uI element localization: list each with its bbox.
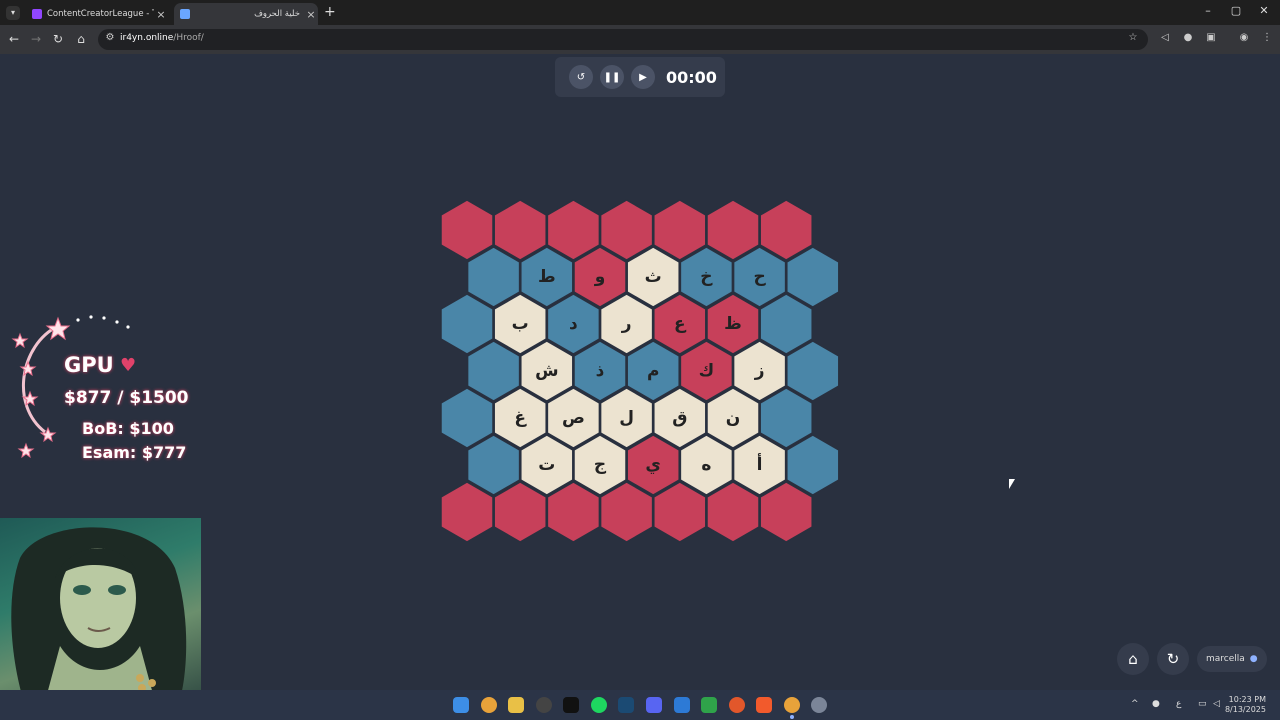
hex-letter: م xyxy=(647,361,659,381)
user-icon: ● xyxy=(1249,654,1258,664)
mute-tab-icon[interactable]: ◁ xyxy=(1158,32,1172,46)
hex-letter: ك xyxy=(699,361,715,381)
spotify-icon[interactable] xyxy=(591,697,607,713)
chrome-active-icon[interactable] xyxy=(784,697,800,713)
donor-bob: BoB: $100 xyxy=(82,419,174,438)
app-blue-icon[interactable] xyxy=(674,697,690,713)
windows-taskbar: ^ ● ع ▭ ◁ 10:23 PM 8/13/2025 xyxy=(0,690,1280,720)
hex-letter: ع xyxy=(674,314,687,334)
tray-chevron-icon[interactable]: ^ xyxy=(1131,699,1139,709)
profile-icon[interactable]: ◉ xyxy=(1237,32,1251,46)
file-explorer-icon[interactable] xyxy=(508,697,524,713)
minimize-button[interactable]: – xyxy=(1198,4,1218,17)
mouse-cursor-icon xyxy=(1009,479,1015,489)
app-orange-icon[interactable] xyxy=(729,697,745,713)
close-tab-icon[interactable]: × xyxy=(304,8,318,21)
bookmark-star-icon[interactable]: ☆ xyxy=(1126,32,1140,46)
hex-letter: ذ xyxy=(596,361,605,381)
settings-gear-icon[interactable] xyxy=(811,697,827,713)
discord-icon[interactable] xyxy=(646,697,662,713)
hex-letter: ر xyxy=(621,314,632,334)
hex-letter: ت xyxy=(538,455,555,475)
user-chip[interactable]: marcella ● xyxy=(1197,646,1267,672)
hex-letter: ص xyxy=(562,408,585,428)
refresh-icon: ↻ xyxy=(1166,650,1180,668)
clock-date: 8/13/2025 xyxy=(1224,705,1266,714)
chrome-icon[interactable] xyxy=(481,697,497,713)
heart-icon: ♥ xyxy=(120,355,137,376)
hex-letter: و xyxy=(594,267,606,287)
maximize-button[interactable]: ▢ xyxy=(1226,4,1246,17)
extensions-puzzle-icon[interactable]: ▣ xyxy=(1204,32,1218,46)
windows-start-icon[interactable] xyxy=(453,697,469,713)
refresh-button[interactable]: ↻ xyxy=(1157,643,1189,675)
donor-esam: Esam: $777 xyxy=(82,443,187,462)
username: marcella xyxy=(1206,654,1245,664)
hex-letter: ظ xyxy=(724,314,742,334)
brave-icon[interactable] xyxy=(756,697,772,713)
language-icon[interactable]: ع xyxy=(1176,699,1181,709)
hex-letter: د xyxy=(569,314,578,334)
gpu-goal-label: GPU xyxy=(64,353,114,377)
hex-letter: خ xyxy=(700,267,713,287)
hex-letter: غ xyxy=(514,408,527,428)
tiktok-icon[interactable] xyxy=(563,697,579,713)
browser-menu-icon[interactable]: ⋮ xyxy=(1260,32,1274,46)
new-tab-button[interactable]: + xyxy=(324,4,336,20)
app-green-icon[interactable] xyxy=(701,697,717,713)
hex-letter: ح xyxy=(753,267,766,287)
hex-letter: ش xyxy=(535,361,558,381)
close-window-button[interactable]: ✕ xyxy=(1254,4,1274,17)
hex-letter: ن xyxy=(726,408,741,428)
hex-letter: ط xyxy=(538,267,556,287)
hex-letter: ل xyxy=(619,408,634,428)
home-icon: ⌂ xyxy=(1128,650,1138,668)
hex-letter: ه xyxy=(701,455,711,475)
home-button[interactable]: ⌂ xyxy=(1117,643,1149,675)
hex-letter: ب xyxy=(512,314,529,334)
hex-letter: ز xyxy=(754,361,765,381)
clock-time: 10:23 PM xyxy=(1228,695,1266,704)
obs-icon[interactable] xyxy=(536,697,552,713)
steam-icon[interactable] xyxy=(618,697,634,713)
hex-letter: ي xyxy=(645,455,661,475)
donation-goal-decoration xyxy=(11,315,130,459)
hex-letter: ج xyxy=(594,455,607,475)
tab-title: خلية الحروف xyxy=(254,9,300,19)
clock[interactable]: 10:23 PM 8/13/2025 xyxy=(1225,695,1266,715)
hex-letter: ق xyxy=(672,408,687,428)
gpu-goal-amount: $877 / $1500 xyxy=(64,388,189,408)
hex-letter: ث xyxy=(645,267,662,287)
microphone-icon[interactable]: ● xyxy=(1152,699,1160,709)
address-bar[interactable]: ⚙ ir4yn.online/Hroof/ ☆ xyxy=(98,29,1148,50)
hex-letter: أ xyxy=(757,453,763,475)
volume-icon[interactable]: ◁ xyxy=(1213,699,1220,709)
network-icon[interactable]: ▭ xyxy=(1198,699,1207,709)
extension-icon[interactable]: ● xyxy=(1181,32,1195,46)
